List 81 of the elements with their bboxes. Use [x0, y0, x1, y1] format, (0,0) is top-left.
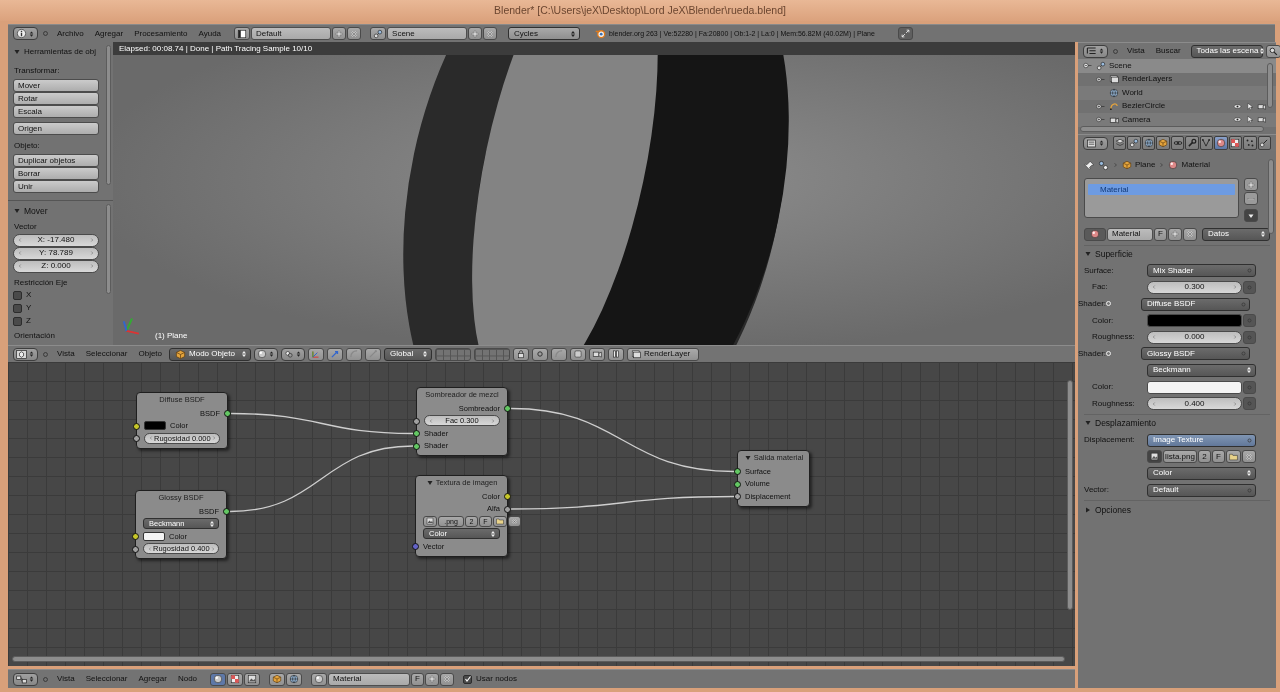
field-label: Displacement: — [1084, 436, 1136, 445]
field-label: Surface: — [1084, 266, 1115, 275]
menu-item[interactable]: Vista — [53, 350, 79, 358]
field-label: Vector: — [1084, 486, 1110, 494]
shader-dropdown[interactable]: Image Texture — [1147, 433, 1256, 447]
field-label: Roughness: — [1091, 333, 1136, 342]
tree-item[interactable]: RenderLayers — [1078, 72, 1276, 86]
scene-field[interactable]: Scene — [387, 27, 468, 40]
number-field[interactable]: 0.300 — [1147, 281, 1242, 294]
fake-user-button[interactable]: F — [411, 672, 425, 686]
panel-title: Herramientas de obj — [24, 48, 97, 56]
tool-button[interactable]: Escala — [13, 105, 99, 118]
menu-item[interactable]: Agregar — [90, 29, 128, 38]
group-label: Transformar: — [14, 67, 61, 75]
tool-button[interactable]: Mover — [13, 79, 99, 92]
panel-title: Desplazamiento — [1095, 419, 1156, 428]
render-engine-dropdown[interactable]: Cycles — [508, 27, 581, 40]
field-label: Color: — [1091, 316, 1115, 325]
select-dropdown[interactable]: Color — [1147, 466, 1256, 480]
filter-dropdown[interactable]: Todas las escena — [1190, 44, 1263, 58]
checkbox-label: Z — [26, 317, 31, 325]
shader-dropdown[interactable]: Mix Shader — [1147, 264, 1256, 278]
menu-item[interactable]: Vista — [53, 675, 79, 683]
image-name-field[interactable]: lista.png — [1163, 450, 1197, 464]
shader-dropdown[interactable]: Default — [1147, 483, 1256, 497]
number-field[interactable]: 0.000 — [1147, 330, 1242, 344]
panel-title: Opciones — [1095, 505, 1131, 515]
menu-item[interactable]: Agregar — [134, 675, 171, 683]
number-field[interactable]: 0.400 — [1147, 397, 1242, 411]
tool-button[interactable]: Rotar — [13, 92, 99, 105]
menu-item[interactable]: Archivo — [53, 29, 88, 38]
field-label: Fac: — [1091, 283, 1109, 292]
object-label: (1) Plane — [155, 332, 188, 340]
field-label: Roughness: — [1091, 399, 1136, 408]
tool-button[interactable]: Unir — [13, 180, 99, 193]
menu-item[interactable]: Nodo — [173, 675, 202, 683]
breadcrumb-item: Material — [1181, 161, 1210, 169]
field-label: Vector — [14, 222, 38, 231]
link-dropdown[interactable]: Datos — [1202, 227, 1270, 241]
field-label: Restricción Eje — [14, 278, 69, 287]
menu-item[interactable]: Objeto — [134, 350, 167, 358]
panel-title: Mover — [24, 207, 48, 216]
tree-item[interactable]: BezierCircle — [1078, 99, 1276, 113]
orientation-dropdown[interactable]: Global — [384, 347, 433, 361]
mode-dropdown[interactable]: Modo Objeto — [169, 347, 252, 361]
render-status: Elapsed: 00:08.74 | Done | Path Tracing Sample 10/10 — [119, 44, 313, 53]
fake-user-button[interactable]: F — [1154, 227, 1167, 241]
layout-field[interactable]: Default — [251, 27, 332, 40]
field-label: Orientación — [14, 331, 56, 340]
material-field[interactable]: Material — [1107, 227, 1153, 241]
checkbox-label: X — [26, 291, 32, 299]
shader-dropdown[interactable]: Diffuse BSDF — [1141, 297, 1250, 311]
users-count[interactable]: 2 — [1198, 450, 1211, 464]
tool-button[interactable]: Duplicar objetos — [13, 154, 99, 167]
menu-item[interactable]: Ayuda — [194, 29, 226, 38]
checkbox-label: Y — [26, 304, 32, 312]
tree-item[interactable]: World — [1078, 86, 1276, 100]
window-title: Blender* [C:\Users\jeX\Desktop\Lord JeX\Blender\rueda.blend] — [494, 5, 786, 16]
menu-item[interactable]: Seleccionar — [81, 350, 132, 358]
number-field[interactable]: X: -17.480 — [13, 233, 99, 247]
checkbox-label: Usar nodos — [476, 675, 517, 683]
panel-title: Superficie — [1095, 249, 1133, 259]
fake-user-button[interactable]: F — [1212, 450, 1225, 464]
field-label: Shader: — [1078, 349, 1138, 358]
tree-item[interactable]: Scene — [1078, 59, 1276, 73]
render-layer-button[interactable]: RenderLayer — [627, 347, 700, 361]
menu-item[interactable]: Vista — [1123, 47, 1149, 55]
tool-button[interactable]: Borrar — [13, 167, 99, 180]
tree-item[interactable]: Camera — [1078, 113, 1276, 127]
breadcrumb-item: Plane — [1135, 161, 1156, 169]
menu-item[interactable]: Buscar — [1151, 47, 1185, 55]
list-item[interactable]: Material — [1088, 184, 1235, 195]
material-field[interactable]: Material — [328, 672, 411, 686]
shader-dropdown[interactable]: Glossy BSDF — [1141, 347, 1250, 361]
menu-item[interactable]: Procesamiento — [130, 29, 192, 38]
tool-button[interactable]: Origen — [13, 122, 99, 135]
field-label: Color: — [1091, 383, 1115, 392]
group-label: Objeto: — [14, 142, 41, 150]
field-label: Shader: — [1078, 300, 1138, 309]
menu-item[interactable]: Seleccionar — [81, 675, 132, 683]
select-dropdown[interactable]: Beckmann — [1147, 363, 1256, 377]
